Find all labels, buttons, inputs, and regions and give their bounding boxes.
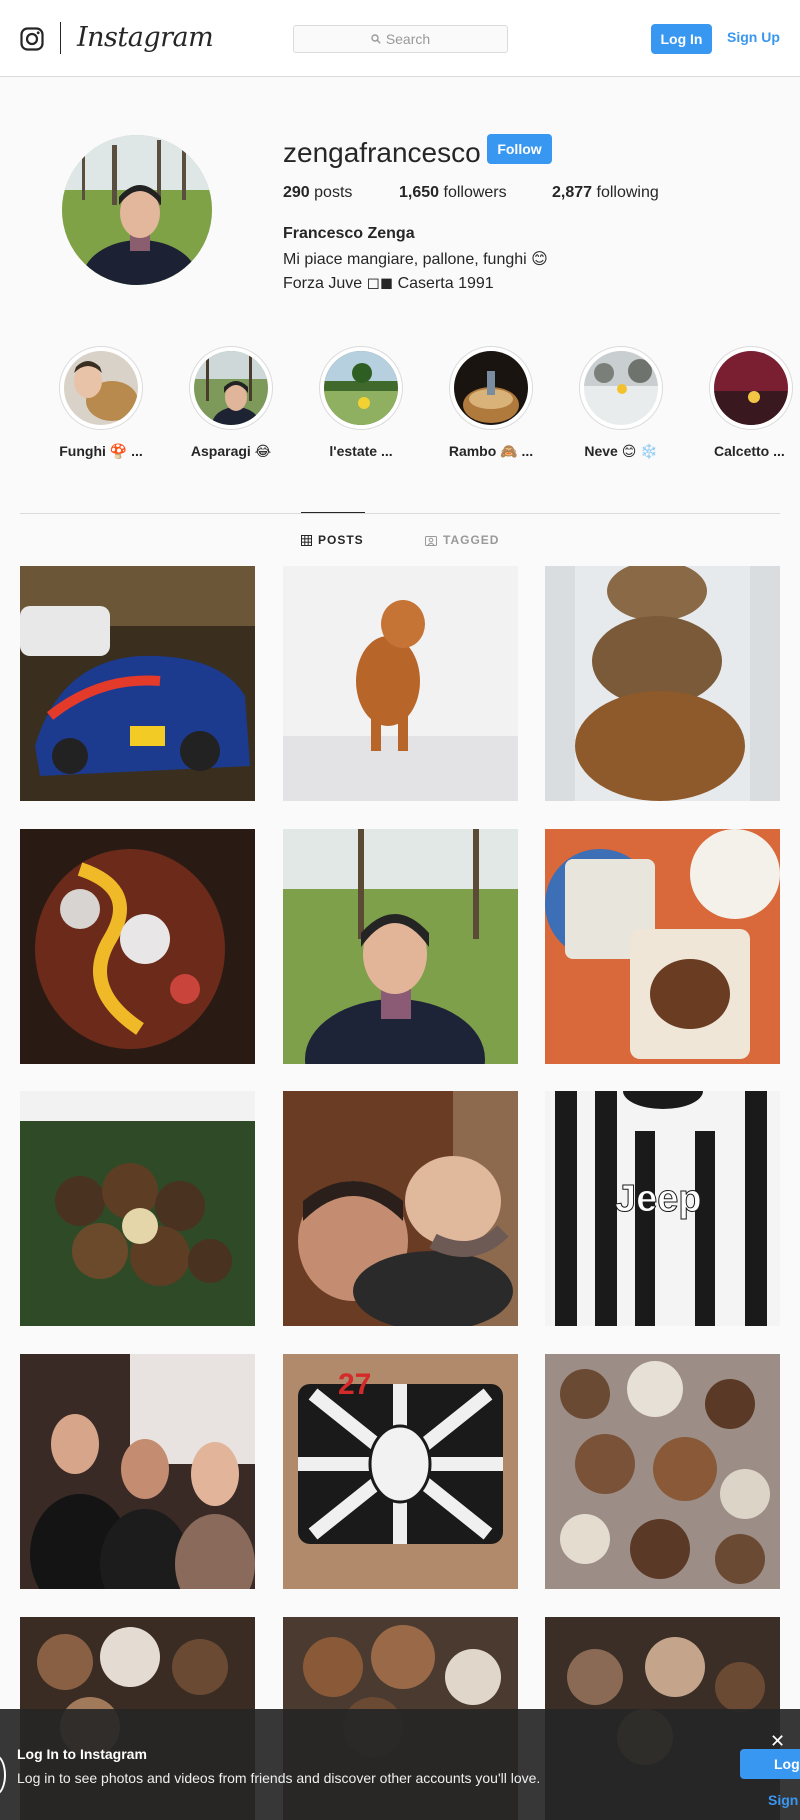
highlight-cover bbox=[454, 351, 528, 425]
profile-username: zengafrancesco bbox=[283, 137, 481, 168]
post-thumbnail[interactable] bbox=[283, 1091, 518, 1326]
tab-posts-label: POSTS bbox=[318, 533, 364, 547]
instagram-camera-icon[interactable] bbox=[20, 27, 44, 51]
following-count-label: following bbox=[596, 184, 659, 201]
grid-icon bbox=[301, 534, 312, 546]
posts-count: 290 posts bbox=[283, 184, 352, 202]
post-thumbnail[interactable]: Jeep bbox=[545, 1091, 780, 1326]
profile-avatar[interactable] bbox=[62, 135, 212, 285]
instagram-icon bbox=[0, 1755, 6, 1795]
banner-signup-link[interactable]: Sign bbox=[768, 1792, 798, 1808]
post-thumbnail[interactable] bbox=[20, 1354, 255, 1589]
banner-title: Log In to Instagram bbox=[17, 1746, 147, 1762]
post-thumbnail[interactable] bbox=[283, 566, 518, 801]
post-thumbnail[interactable] bbox=[20, 566, 255, 801]
highlight-label: Neve 😊 ❄️ bbox=[584, 443, 658, 459]
post-thumbnail[interactable] bbox=[20, 829, 255, 1064]
posts-count-label: posts bbox=[314, 184, 353, 201]
highlight-ring bbox=[449, 346, 533, 430]
post-thumbnail[interactable] bbox=[283, 829, 518, 1064]
search-input[interactable]: Search bbox=[293, 25, 508, 53]
highlight-label: Asparagi 😂 bbox=[190, 443, 272, 459]
highlight-label: Rambo 🙈 ... bbox=[448, 443, 534, 459]
story-highlight[interactable]: Asparagi 😂 bbox=[171, 346, 291, 460]
highlight-label: l'estate ... bbox=[329, 443, 393, 459]
highlight-label: Funghi 🍄 ... bbox=[59, 443, 143, 459]
highlight-ring bbox=[59, 346, 143, 430]
search-icon bbox=[371, 34, 381, 44]
highlight-cover bbox=[714, 351, 788, 425]
story-highlight[interactable]: Funghi 🍄 ... bbox=[41, 346, 161, 460]
login-button[interactable]: Log In bbox=[651, 24, 712, 54]
post-thumbnail[interactable] bbox=[545, 829, 780, 1064]
banner-login-button[interactable]: Log bbox=[740, 1749, 800, 1779]
post-thumbnail[interactable] bbox=[545, 566, 780, 801]
login-prompt-banner: Log In to Instagram Log in to see photos… bbox=[0, 1709, 800, 1820]
followers-count-label: followers bbox=[443, 184, 507, 201]
highlight-ring bbox=[579, 346, 663, 430]
profile-bio-line: Forza Juve ◻◼ Caserta 1991 bbox=[283, 275, 494, 292]
highlight-label: Calcetto ... bbox=[714, 443, 785, 459]
tab-tagged-label: TAGGED bbox=[443, 533, 500, 547]
tab-posts[interactable]: POSTS bbox=[301, 533, 364, 547]
instagram-wordmark[interactable]: Instagram bbox=[77, 22, 214, 53]
tab-tagged[interactable]: TAGGED bbox=[425, 533, 499, 547]
profile-bio-line: Mi piace mangiare, pallone, funghi 😊 bbox=[283, 251, 548, 268]
post-thumbnail[interactable] bbox=[545, 1354, 780, 1589]
posts-count-value: 290 bbox=[283, 184, 310, 201]
story-highlight[interactable]: Neve 😊 ❄️ bbox=[561, 346, 681, 460]
top-navigation-bar: Instagram Search Log In Sign Up bbox=[0, 0, 800, 77]
signup-link[interactable]: Sign Up bbox=[727, 29, 780, 45]
highlight-ring bbox=[189, 346, 273, 430]
story-highlight[interactable]: Rambo 🙈 ... bbox=[431, 346, 551, 460]
followers-count-value: 1,650 bbox=[399, 184, 440, 201]
tagged-user-icon bbox=[425, 535, 437, 546]
tabs-divider bbox=[20, 513, 780, 514]
followers-count[interactable]: 1,650 followers bbox=[399, 184, 507, 202]
highlight-cover bbox=[324, 351, 398, 425]
svg-text:27: 27 bbox=[338, 1368, 371, 1401]
story-highlight[interactable]: Calcetto ... bbox=[691, 346, 800, 459]
story-highlight[interactable]: l'estate ... bbox=[301, 346, 421, 459]
search-placeholder: Search bbox=[385, 31, 431, 47]
highlight-cover bbox=[64, 351, 138, 425]
logo-divider bbox=[60, 22, 61, 54]
following-count[interactable]: 2,877 following bbox=[552, 184, 659, 202]
post-thumbnail[interactable] bbox=[20, 1091, 255, 1326]
profile-full-name: Francesco Zenga bbox=[283, 225, 415, 242]
highlight-cover bbox=[194, 351, 268, 425]
follow-button[interactable]: Follow bbox=[487, 134, 552, 164]
svg-text:Jeep: Jeep bbox=[615, 1178, 702, 1220]
highlight-cover bbox=[584, 351, 658, 425]
highlight-ring bbox=[319, 346, 403, 430]
post-thumbnail[interactable]: 27 bbox=[283, 1354, 518, 1589]
banner-description: Log in to see photos and videos from fri… bbox=[17, 1770, 541, 1786]
active-tab-indicator bbox=[301, 512, 365, 513]
highlight-ring bbox=[709, 346, 793, 430]
following-count-value: 2,877 bbox=[552, 184, 593, 201]
